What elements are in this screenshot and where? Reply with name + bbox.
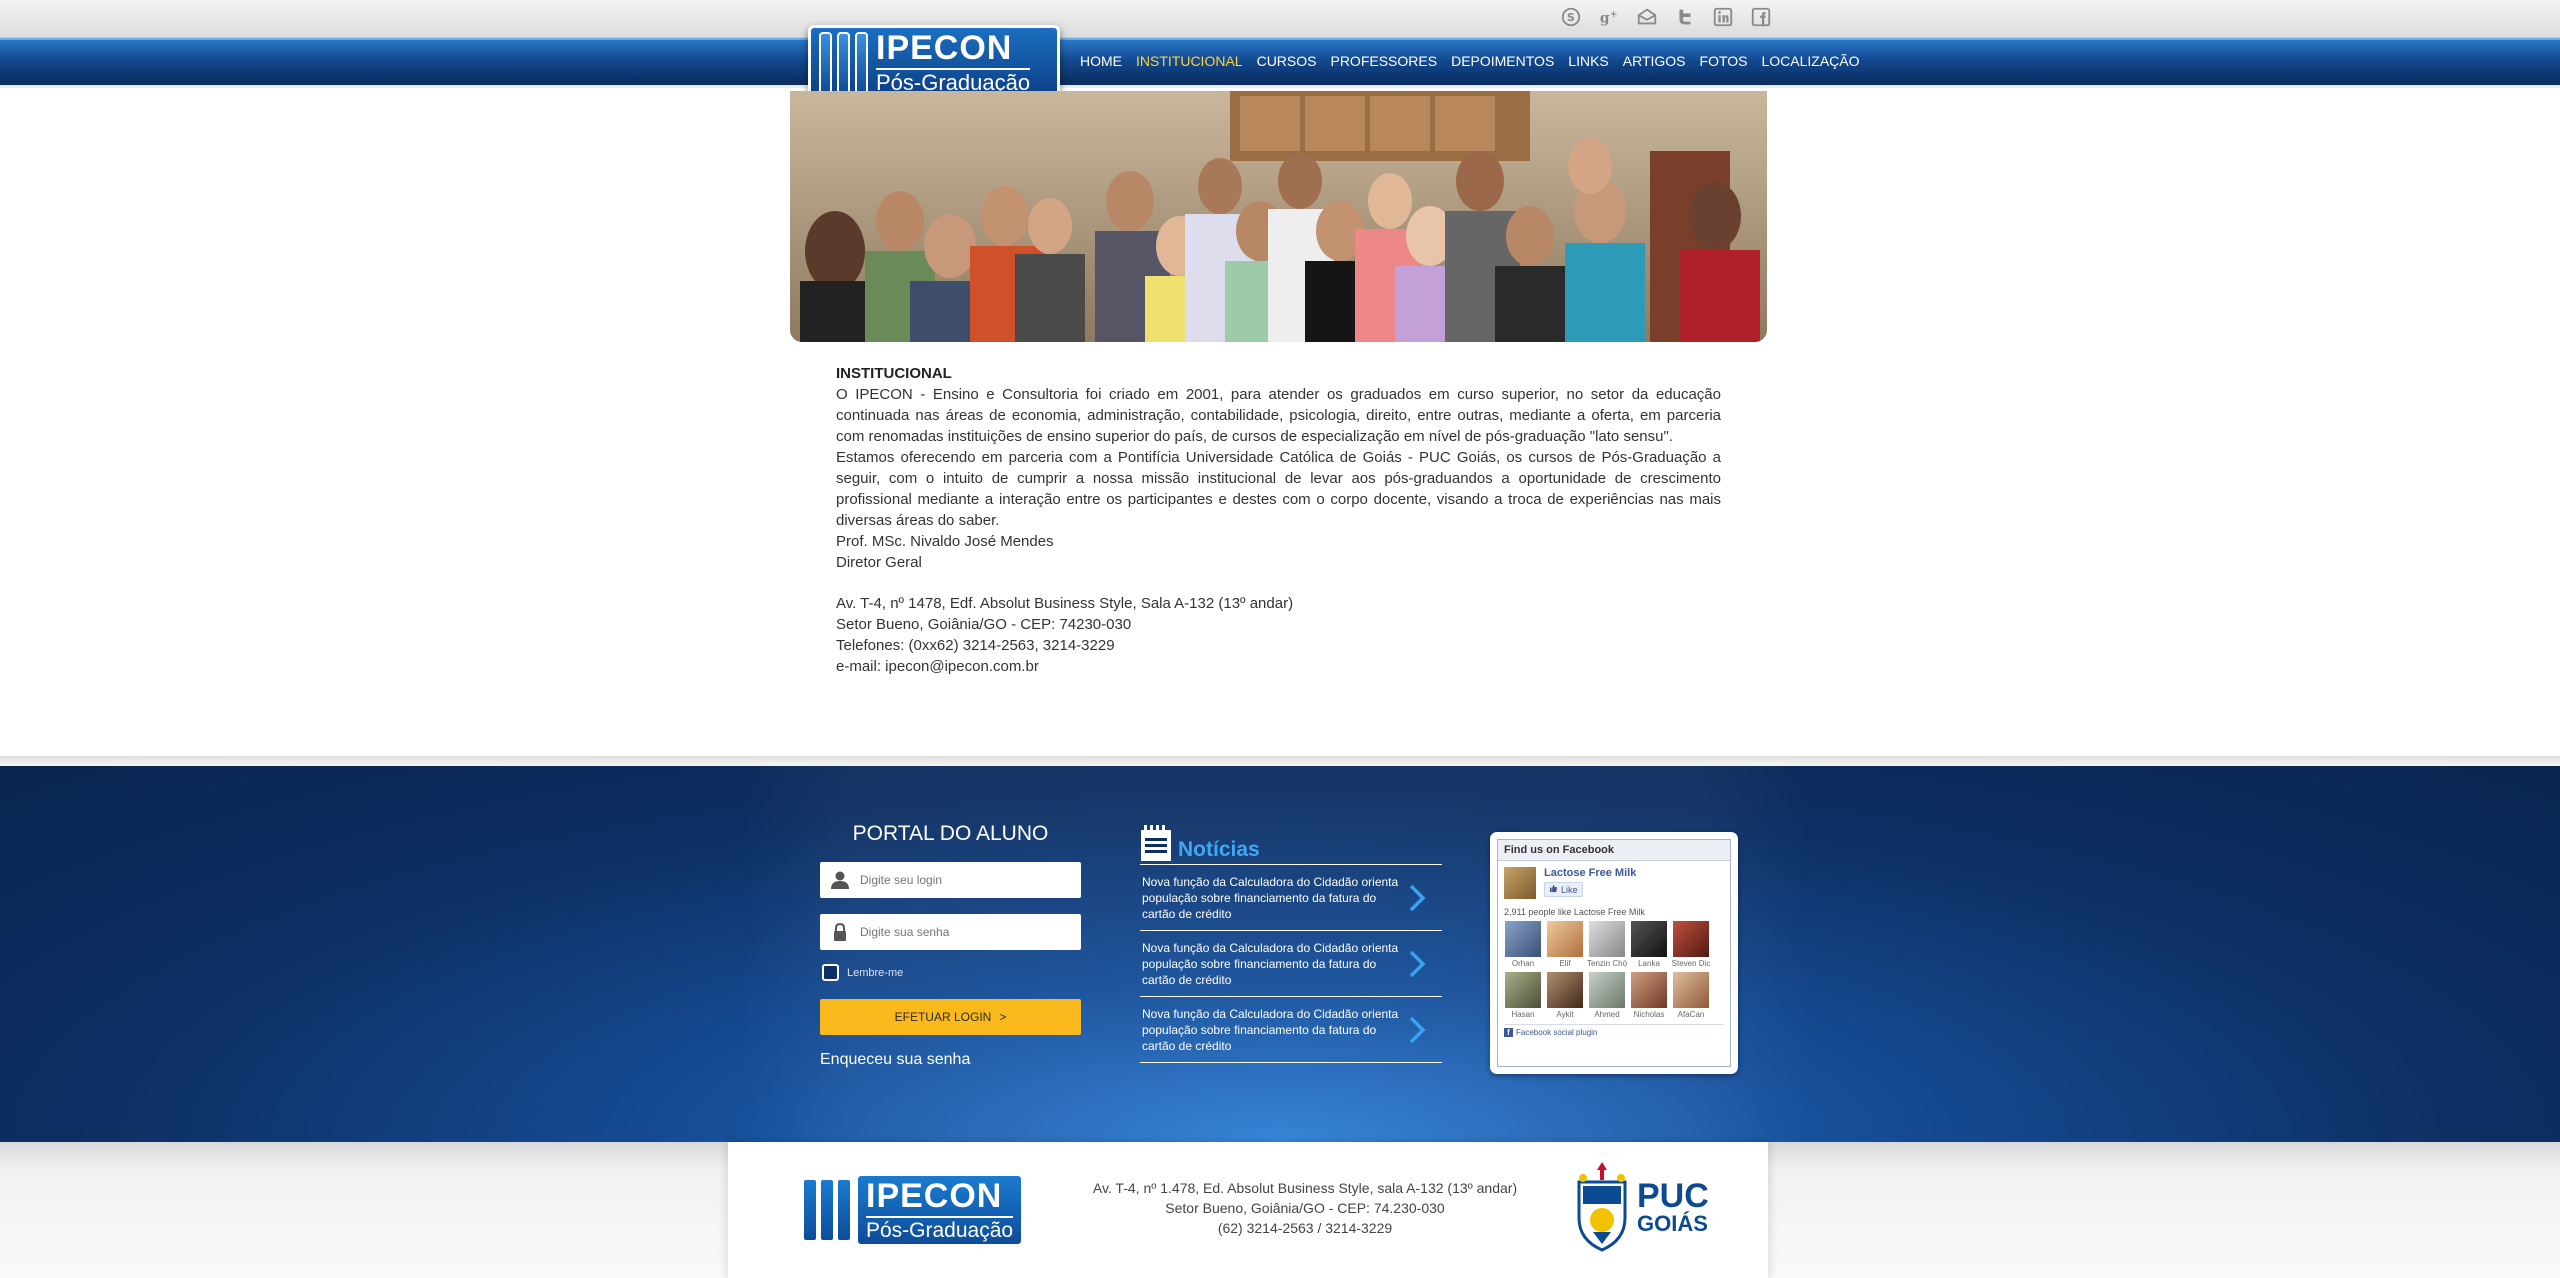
puc-label: PUC [1637, 1177, 1709, 1215]
facebook-widget: Find us on Facebook Lactose Free Milk Li… [1490, 832, 1738, 1074]
address-line-2: Setor Bueno, Goiânia/GO - CEP: 74230-030 [836, 616, 1132, 633]
portal-title: PORTAL DO ALUNO [852, 822, 1049, 845]
login-input[interactable] [860, 865, 1070, 895]
phones: Telefones: (0xx62) 3214-2563, 3214-3229 [836, 637, 1115, 654]
footer-address: Av. T-4, nº 1.478, Ed. Absolut Business … [1070, 1178, 1540, 1238]
top-strip: S g + [0, 0, 2560, 38]
facebook-fan[interactable]: Nicholas [1630, 972, 1668, 1019]
footer-address-line-1: Av. T-4, nº 1.478, Ed. Absolut Business … [1092, 1180, 1518, 1196]
skype-icon[interactable]: S [1560, 6, 1582, 28]
facebook-fan[interactable]: Tenzin Chö [1587, 921, 1627, 968]
footer-logo-subtitle: Pós-Graduação [866, 1216, 1014, 1241]
facebook-plugin-label: Facebook social plugin [1516, 1028, 1598, 1037]
footer-separator [0, 756, 2560, 766]
logo-title: IPECON [876, 29, 1013, 67]
footer-address-line-2: Setor Bueno, Goiânia/GO - CEP: 74.230-03… [1165, 1200, 1445, 1216]
nav-institucional[interactable]: INSTITUCIONAL [1136, 53, 1243, 69]
facebook-page-thumbnail[interactable] [1504, 867, 1536, 899]
facebook-fan[interactable]: AfaCan [1672, 972, 1710, 1019]
chevron-right-icon: > [999, 1010, 1007, 1024]
logo-bars-icon [804, 1180, 850, 1240]
facebook-fan[interactable]: Hasan [1504, 972, 1542, 1019]
facebook-icon[interactable] [1750, 6, 1772, 28]
nav-cursos[interactable]: CURSOS [1257, 53, 1317, 69]
student-portal: PORTAL DO ALUNO Lembre-me EFETUAR LOGIN … [820, 822, 1081, 1069]
lock-icon [820, 914, 860, 950]
facebook-fan[interactable]: Ahmed [1588, 972, 1626, 1019]
chevron-right-icon[interactable] [1402, 884, 1432, 912]
remember-checkbox[interactable] [822, 964, 839, 981]
news-item[interactable]: Nova função da Calculadora do Cidadão or… [1140, 865, 1442, 931]
signer-name: Prof. MSc. Nivaldo José Mendes [836, 533, 1054, 550]
social-links: S g + [1560, 6, 1772, 28]
facebook-page-name[interactable]: Lactose Free Milk [1544, 867, 1636, 879]
twitter-icon[interactable] [1674, 6, 1696, 28]
nav-professores[interactable]: PROFESSORES [1330, 53, 1437, 69]
facebook-like-count: 2,911 people like Lactose Free Milk [1504, 907, 1645, 917]
login-field [820, 862, 1081, 898]
remember-label: Lembre-me [847, 966, 904, 979]
signer-role: Diretor Geral [836, 554, 922, 571]
nav-artigos[interactable]: ARTIGOS [1623, 53, 1686, 69]
svg-text:S: S [1567, 11, 1575, 24]
news-item-text: Nova função da Calculadora do Cidadão or… [1142, 1007, 1399, 1053]
nav-menu: HOME INSTITUCIONAL CURSOS PROFESSORES DE… [1080, 53, 1860, 69]
footer-logo-title: IPECON [866, 1177, 1003, 1215]
password-input[interactable] [860, 917, 1070, 947]
remember-me[interactable]: Lembre-me [822, 964, 1081, 981]
partnership-paragraph: Estamos oferecendo em parceria com a Pon… [836, 449, 1721, 529]
svg-text:g: g [1600, 11, 1610, 27]
banner-group-photo [790, 91, 1767, 342]
login-button-label: EFETUAR LOGIN [894, 1010, 992, 1024]
email: e-mail: ipecon@ipecon.com.br [836, 658, 1039, 675]
news-item[interactable]: Nova função da Calculadora do Cidadão or… [1140, 931, 1442, 997]
news-item-text: Nova função da Calculadora do Cidadão or… [1142, 941, 1399, 987]
svg-text:+: + [1610, 9, 1618, 20]
facebook-fan[interactable]: Lanka [1630, 921, 1668, 968]
facebook-fan[interactable]: Orhan [1504, 921, 1542, 968]
nav-fotos[interactable]: FOTOS [1700, 53, 1748, 69]
password-field [820, 914, 1081, 950]
page-title: INSTITUCIONAL [836, 365, 952, 382]
chevron-right-icon[interactable] [1402, 1016, 1432, 1044]
facebook-fan[interactable]: Elif [1546, 921, 1584, 968]
email-icon[interactable] [1636, 6, 1658, 28]
news-title: Notícias [1178, 838, 1260, 861]
thumbs-up-icon [1549, 884, 1558, 895]
facebook-icon: f [1504, 1028, 1513, 1037]
news-section: Notícias Nova função da Calculadora do C… [1140, 824, 1442, 1063]
ipecon-logo[interactable]: IPECON Pós-Graduação [808, 25, 1060, 100]
google-plus-icon[interactable]: g + [1598, 6, 1620, 28]
facebook-fan[interactable]: Steven Dic [1672, 921, 1710, 968]
ipecon-footer-logo[interactable]: IPECON Pós-Graduação [804, 1176, 1022, 1244]
facebook-like-button[interactable]: Like [1544, 882, 1583, 897]
notepad-icon [1141, 825, 1171, 861]
logo-bars-icon [819, 31, 868, 94]
facebook-plugin-footer: f Facebook social plugin [1504, 1024, 1724, 1037]
goias-label: GOIÁS [1637, 1211, 1708, 1236]
nav-localizacao[interactable]: LOCALIZAÇÃO [1761, 53, 1859, 69]
nav-links[interactable]: LINKS [1568, 53, 1608, 69]
footer-phones: (62) 3214-2563 / 3214-3229 [1217, 1220, 1393, 1236]
facebook-like-label: Like [1561, 884, 1578, 895]
forgot-password-link[interactable]: Enqueceu sua senha [820, 1051, 1081, 1069]
puc-goias-logo[interactable]: PUC GOIÁS [1573, 1160, 1709, 1254]
intro-paragraph: O IPECON - Ensino e Consultoria foi cria… [836, 386, 1721, 445]
facebook-widget-title: Find us on Facebook [1498, 840, 1730, 861]
address-line-1: Av. T-4, nº 1478, Edf. Absolut Business … [836, 595, 1294, 612]
chevron-right-icon[interactable] [1402, 950, 1432, 978]
puc-crest-icon [1577, 1162, 1627, 1252]
news-item-text: Nova função da Calculadora do Cidadão or… [1142, 875, 1399, 921]
institutional-content: INSTITUCIONAL O IPECON - Ensino e Consul… [836, 363, 1721, 677]
news-header: Notícias [1140, 824, 1442, 865]
nav-depoimentos[interactable]: DEPOIMENTOS [1451, 53, 1554, 69]
footer-dark: PORTAL DO ALUNO Lembre-me EFETUAR LOGIN … [0, 766, 2560, 1142]
nav-home[interactable]: HOME [1080, 53, 1122, 69]
news-item[interactable]: Nova função da Calculadora do Cidadão or… [1140, 997, 1442, 1063]
facebook-fans-grid: Orhan Elif Tenzin Chö Lanka Steven Dic H… [1498, 919, 1730, 1021]
linkedin-icon[interactable] [1712, 6, 1734, 28]
login-button[interactable]: EFETUAR LOGIN > [820, 999, 1081, 1035]
facebook-fan[interactable]: Aykit [1546, 972, 1584, 1019]
user-icon [820, 862, 860, 898]
